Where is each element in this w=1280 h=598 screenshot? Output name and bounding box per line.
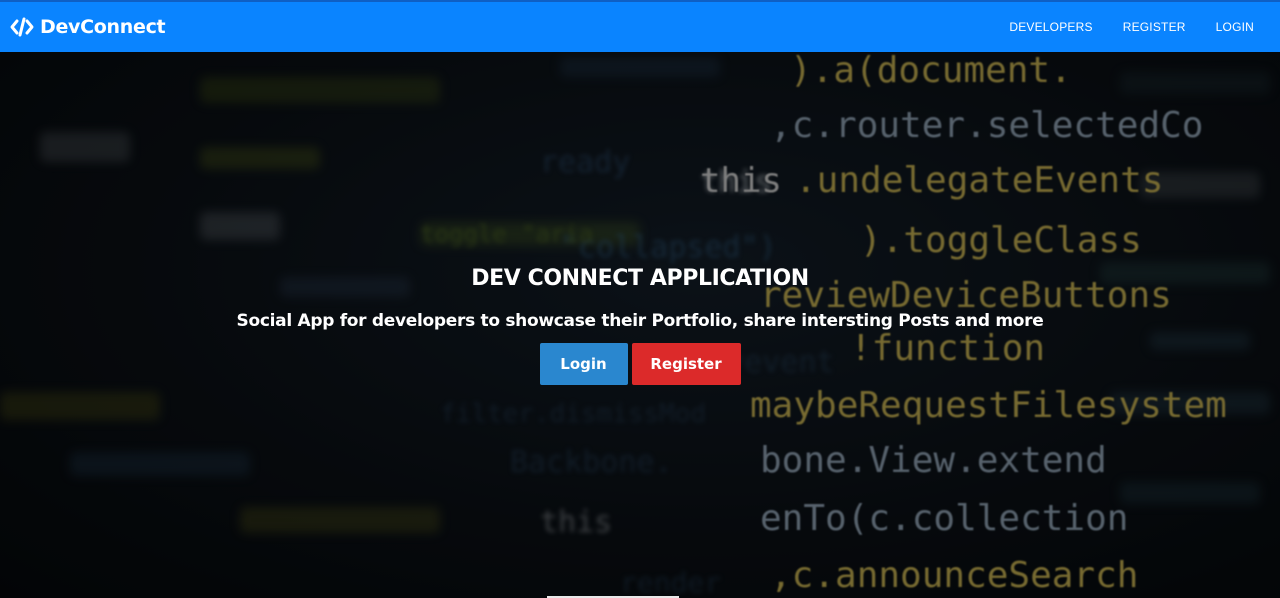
hero-section: ready this "collapsed") toggle "aria key… xyxy=(0,52,1280,598)
hero-title: DEV CONNECT APPLICATION xyxy=(471,266,809,291)
nav-links: DEVELOPERS REGISTER LOGIN xyxy=(1009,20,1254,34)
brand-name: DevConnect xyxy=(40,16,166,38)
nav-link-login[interactable]: LOGIN xyxy=(1216,20,1254,34)
hero-buttons: Login Register xyxy=(0,343,1280,385)
login-button[interactable]: Login xyxy=(539,343,628,385)
hero-subtitle: Social App for developers to showcase th… xyxy=(236,311,1044,331)
nav-link-register[interactable]: REGISTER xyxy=(1123,20,1186,34)
brand-link[interactable]: DevConnect xyxy=(10,16,166,38)
navbar: DevConnect DEVELOPERS REGISTER LOGIN xyxy=(0,0,1280,52)
nav-link-developers[interactable]: DEVELOPERS xyxy=(1009,20,1092,34)
code-icon xyxy=(10,17,34,37)
hero-content: DEV CONNECT APPLICATION Social App for d… xyxy=(0,266,1280,385)
register-button[interactable]: Register xyxy=(631,343,741,385)
